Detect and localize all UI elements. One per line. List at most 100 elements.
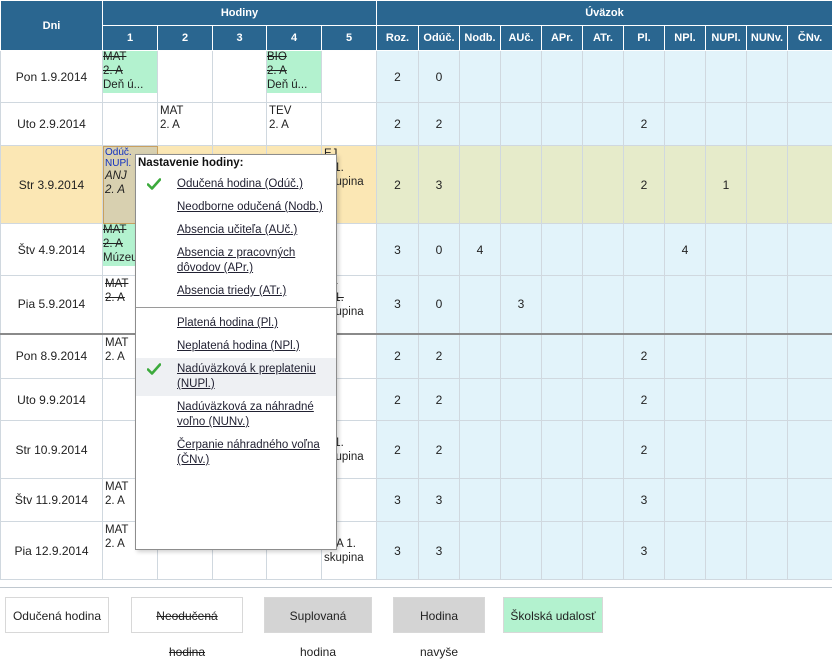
day-cell: Štv 4.9.2014 [1,224,103,276]
table-row: Štv 4.9.2014MAT2. AMúzeu...3044 [1,224,832,276]
load-value [542,51,583,103]
lesson-cell[interactable] [103,103,158,146]
load-value [501,51,542,103]
lesson-cell[interactable]: MAT2. ADeň ú... [103,51,158,103]
load-value: 4 [665,224,706,276]
load-value [583,421,624,479]
popup-item-label: Nadúväzková za náhradné voľno (NUNv.) [177,401,314,428]
popup-item-label: Absencia triedy (ATr.) [177,285,286,297]
day-cell: Pia 5.9.2014 [1,276,103,334]
load-col-oduc: Odúč. [419,26,460,51]
day-cell: Pia 12.9.2014 [1,522,103,580]
load-value [460,146,501,224]
table-row: Uto 9.9.2014222 [1,379,832,421]
load-value: 2 [624,421,665,479]
popup-item-label: Odučená hodina (Odúč.) [177,178,303,190]
load-value: 0 [419,276,460,334]
load-value [788,146,832,224]
load-value: 3 [419,479,460,522]
table-row: Pia 12.9.2014MAT2. A2. AEJ2. A 1.skupina… [1,522,832,580]
lesson-text: skupina [324,551,374,565]
lesson-cell[interactable]: TEV2. A [267,103,322,146]
load-value: 0 [419,224,460,276]
table-row: Str 3.9.2014Odúč.NUPl.ANJ2. AEJA 1.skupi… [1,146,832,224]
load-value: 3 [419,522,460,580]
load-col-apr: APr. [542,26,583,51]
popup-item-paid[interactable]: Platená hodina (Pl.) [136,312,336,335]
load-value: 2 [377,103,419,146]
load-value [583,224,624,276]
popup-item-not-expert[interactable]: Neodborne odučená (Nodb.) [136,196,336,219]
load-value [501,334,542,379]
load-value [460,379,501,421]
lesson-settings-popup: Nastavenie hodiny: Odučená hodina (Odúč.… [135,154,337,550]
load-value [460,522,501,580]
load-value [665,51,706,103]
load-value [501,522,542,580]
load-value: 3 [624,479,665,522]
lesson-cell[interactable]: BIO2. ADeň ú... [267,51,322,103]
header-load: Úväzok [377,1,832,26]
popup-item-leave-usage[interactable]: Čerpanie náhradného voľna (ČNv.) [136,434,336,472]
load-value: 2 [377,334,419,379]
load-value [747,224,788,276]
header-days: Dni [1,1,103,51]
lesson-cell[interactable] [213,51,267,103]
load-value [706,51,747,103]
load-value [706,379,747,421]
day-cell: Štv 11.9.2014 [1,479,103,522]
load-value: 3 [377,522,419,580]
load-value [747,103,788,146]
popup-item-work-absence[interactable]: Absencia z pracovných dôvodov (APr.) [136,242,336,280]
lesson-cell[interactable] [213,103,267,146]
load-value [624,51,665,103]
popup-item-overtime-leave[interactable]: Nadúväzková za náhradné voľno (NUNv.) [136,396,336,434]
load-col-atr: ATr. [583,26,624,51]
load-value: 2 [624,103,665,146]
load-value [747,276,788,334]
load-value [542,522,583,580]
popup-item-label: Neplatená hodina (NPl.) [177,340,300,352]
load-value: 2 [419,334,460,379]
load-value [583,51,624,103]
popup-item-unpaid[interactable]: Neplatená hodina (NPl.) [136,335,336,358]
lesson-cell[interactable]: MAT2. A [158,103,213,146]
load-value: 2 [419,103,460,146]
table-row: Pon 8.9.2014MAT2. A222 [1,334,832,379]
load-value [706,224,747,276]
load-value: 3 [377,479,419,522]
load-value: 4 [460,224,501,276]
legend: Odučená hodina Neodučená hodina Suplovan… [0,587,832,635]
load-value: 3 [377,224,419,276]
lesson-text: MAT [103,51,157,65]
load-value [460,276,501,334]
lesson-cell[interactable] [322,51,377,103]
load-value [501,146,542,224]
popup-item-teacher-absence[interactable]: Absencia učiteľa (AUč.) [136,219,336,242]
popup-item-taught[interactable]: Odučená hodina (Odúč.) [136,173,336,196]
load-value [583,103,624,146]
load-value [665,103,706,146]
lesson-text: MAT [160,104,210,118]
load-value [788,421,832,479]
load-value: 3 [624,522,665,580]
popup-item-label: Čerpanie náhradného voľna (ČNv.) [177,439,320,466]
popup-item-overtime-paid[interactable]: Nadúväzková k preplateniu (NUPl.) [136,358,336,396]
load-col-nunv: NUNv. [747,26,788,51]
load-value [542,479,583,522]
popup-item-label: Absencia z pracovných dôvodov (APr.) [177,247,295,274]
lesson-cell[interactable] [158,51,213,103]
load-col-pl: Pl. [624,26,665,51]
day-cell: Uto 2.9.2014 [1,103,103,146]
legend-school-event: Školská udalosť [503,597,603,633]
load-value [460,421,501,479]
load-value [747,146,788,224]
load-value: 2 [419,421,460,479]
lesson-cell[interactable] [322,103,377,146]
load-value [583,479,624,522]
load-value: 2 [377,146,419,224]
popup-item-class-absence[interactable]: Absencia triedy (ATr.) [136,280,336,303]
popup-divider [136,307,336,308]
load-value: 0 [419,51,460,103]
load-value [788,379,832,421]
